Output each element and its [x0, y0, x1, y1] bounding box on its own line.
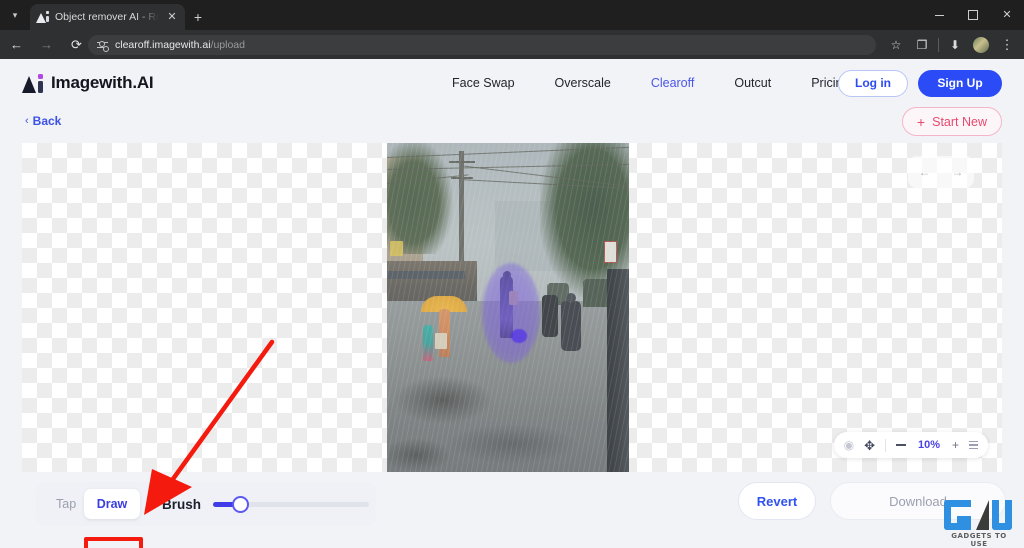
minimize-window-button[interactable]: [922, 0, 956, 30]
signup-button[interactable]: Sign Up: [918, 70, 1002, 97]
site-header: Imagewith.AI Face Swap Overscale Clearof…: [0, 59, 1024, 107]
nav-item-outcut[interactable]: Outcut: [734, 76, 771, 90]
annotation-arrow: [130, 329, 290, 529]
start-new-label: Start New: [932, 115, 987, 129]
back-link[interactable]: ‹ Back: [25, 114, 61, 128]
brush-cursor-dot: [511, 329, 527, 343]
site-favicon: [36, 11, 49, 24]
profile-avatar-icon[interactable]: [968, 32, 994, 58]
downloads-icon[interactable]: ⬇: [942, 32, 968, 58]
zoom-controls: ◉ ✥ 10% +: [834, 432, 988, 458]
browser-tab-title: Object remover AI - Remove ob: [55, 11, 159, 23]
forward-navigation-icon: →: [33, 31, 60, 58]
start-new-button[interactable]: + Start New: [902, 107, 1002, 136]
browser-toolbar: ← → ⟳ clearoff.imagewith.ai/upload ☆ ❐ ⬇…: [0, 30, 1024, 59]
revert-button[interactable]: Revert: [738, 482, 816, 520]
back-navigation-icon[interactable]: ←: [3, 31, 30, 58]
auth-actions: Log in Sign Up: [838, 59, 1002, 107]
mode-tap-button[interactable]: Tap: [56, 497, 76, 511]
site-settings-icon[interactable]: [97, 40, 108, 51]
annotation-highlight-box: [84, 537, 143, 548]
chevron-left-icon: ‹: [25, 115, 29, 127]
nav-item-face-swap[interactable]: Face Swap: [452, 76, 515, 90]
editing-image[interactable]: [387, 143, 629, 472]
split-screen-icon[interactable]: ❐: [909, 32, 935, 58]
undo-redo-group: ← →: [908, 156, 974, 188]
back-link-label: Back: [33, 114, 62, 128]
layers-menu-icon[interactable]: [969, 441, 978, 449]
watermark-g-shape: [944, 500, 971, 530]
pan-move-icon[interactable]: ✥: [864, 439, 875, 452]
zoom-divider: [885, 439, 886, 452]
plus-icon: +: [917, 115, 925, 129]
brush-selection-overlay: [482, 263, 540, 363]
address-bar[interactable]: clearoff.imagewith.ai/upload: [88, 35, 876, 55]
browser-toolbar-actions: ☆ ❐ ⬇ ⋮: [883, 30, 1020, 59]
page-content: Imagewith.AI Face Swap Overscale Clearof…: [0, 59, 1024, 548]
brand-logo[interactable]: Imagewith.AI: [22, 73, 153, 93]
browser-menu-icon[interactable]: ⋮: [994, 32, 1020, 58]
login-button[interactable]: Log in: [838, 70, 908, 97]
gadgets-to-use-watermark: GADGETS TO USE: [940, 498, 1018, 546]
brand-name: Imagewith.AI: [51, 73, 153, 93]
watermark-text: GADGETS TO USE: [942, 532, 1016, 548]
zoom-level-label: 10%: [916, 439, 942, 451]
window-controls: ✕: [922, 0, 1024, 30]
zoom-in-button[interactable]: +: [952, 439, 959, 451]
preview-eye-icon[interactable]: ◉: [844, 439, 854, 451]
address-bar-url: clearoff.imagewith.ai/upload: [115, 39, 245, 51]
nav-item-overscale[interactable]: Overscale: [555, 76, 611, 90]
browser-tab-bar: ▾ Object remover AI - Remove ob ✕ + ✕: [0, 0, 1024, 30]
new-tab-button[interactable]: +: [188, 7, 208, 27]
main-nav: Face Swap Overscale Clearoff Outcut Pric…: [452, 59, 849, 107]
nav-item-clearoff[interactable]: Clearoff: [651, 76, 695, 90]
mountain-logo-icon: [22, 74, 43, 93]
reload-icon[interactable]: ⟳: [63, 31, 90, 58]
browser-tab[interactable]: Object remover AI - Remove ob ✕: [30, 4, 185, 30]
close-tab-icon[interactable]: ✕: [165, 10, 179, 24]
toolbar-divider: [938, 38, 939, 52]
browser-window: ▾ Object remover AI - Remove ob ✕ + ✕ ← …: [0, 0, 1024, 548]
tab-search-dropdown-icon[interactable]: ▾: [4, 5, 26, 25]
editor-subbar: ‹ Back + Start New: [0, 107, 1024, 145]
maximize-window-button[interactable]: [956, 0, 990, 30]
address-bar-domain: clearoff.imagewith.ai: [115, 39, 211, 51]
watermark-g-bar: [957, 516, 971, 523]
avatar: [973, 37, 989, 53]
zoom-out-button[interactable]: [896, 444, 906, 445]
bookmark-star-icon[interactable]: ☆: [883, 32, 909, 58]
undo-icon[interactable]: ←: [919, 166, 931, 178]
address-bar-path: /upload: [211, 39, 245, 51]
close-window-button[interactable]: ✕: [990, 0, 1024, 30]
redo-icon[interactable]: →: [952, 166, 964, 178]
watermark-triangle-shape: [976, 500, 989, 530]
watermark-u-shape: [992, 500, 1012, 530]
